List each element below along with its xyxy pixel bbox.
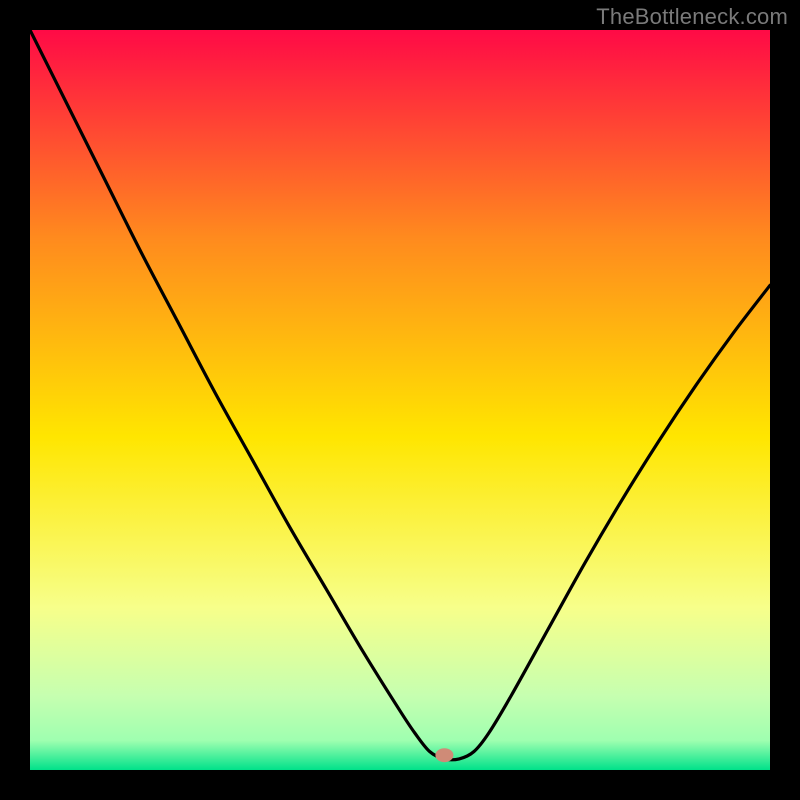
gradient-background	[30, 30, 770, 770]
chart-frame: TheBottleneck.com	[0, 0, 800, 800]
attribution-label: TheBottleneck.com	[596, 4, 788, 30]
marker-dot	[435, 748, 453, 762]
plot-area	[30, 30, 770, 770]
chart-svg	[30, 30, 770, 770]
